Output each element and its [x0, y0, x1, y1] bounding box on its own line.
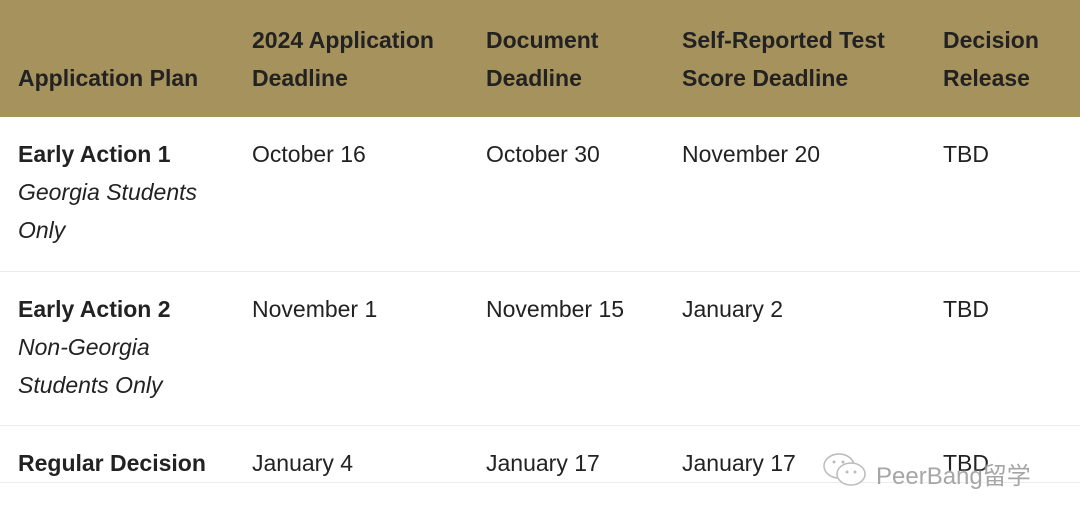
header-test-score-deadline: Self-Reported Test Score Deadline: [682, 27, 885, 91]
decision-release-cell: TBD: [943, 295, 989, 322]
header-document-deadline: Document Deadline: [486, 27, 599, 91]
header-decision-release: Decision Release: [943, 27, 1039, 91]
wechat-icon: [822, 452, 868, 495]
table-row: Early Action 1 Georgia Students Only Octo…: [0, 117, 1080, 271]
header-application-deadline: 2024 Application Deadline: [252, 27, 434, 91]
deadlines-table: Application Plan 2024 Application Deadli…: [0, 0, 1080, 483]
table-row: Early Action 2 Non-Georgia Students Only …: [0, 271, 1080, 425]
application-deadline-cell: November 1: [252, 295, 378, 322]
plan-cell: Early Action 1 Georgia Students Only: [0, 117, 234, 271]
application-deadline-cell: January 4: [252, 449, 354, 476]
test-score-deadline-cell: November 20: [682, 141, 821, 167]
plan-name: Early Action 2: [18, 295, 171, 322]
plan-note: Georgia Students Only: [18, 179, 198, 243]
watermark-text: PeerBang留学: [876, 463, 1031, 490]
plan-note: Non-Georgia Students Only: [18, 333, 163, 398]
document-deadline-cell: October 30: [486, 141, 600, 167]
header-application-plan: Application Plan: [18, 65, 199, 91]
plan-name: Early Action 1: [18, 141, 171, 167]
watermark: PeerBang留学: [822, 452, 1031, 495]
document-deadline-cell: November 15: [486, 295, 625, 322]
application-deadline-cell: October 16: [252, 141, 366, 167]
header-row: Application Plan 2024 Application Deadli…: [0, 0, 1080, 117]
plan-cell: Early Action 2 Non-Georgia Students Only: [0, 271, 234, 425]
plan-cell: Regular Decision: [0, 425, 234, 482]
plan-name: Regular Decision: [18, 449, 206, 476]
test-score-deadline-cell: January 2: [682, 295, 784, 322]
document-deadline-cell: January 17: [486, 449, 600, 476]
decision-release-cell: TBD: [943, 141, 989, 167]
